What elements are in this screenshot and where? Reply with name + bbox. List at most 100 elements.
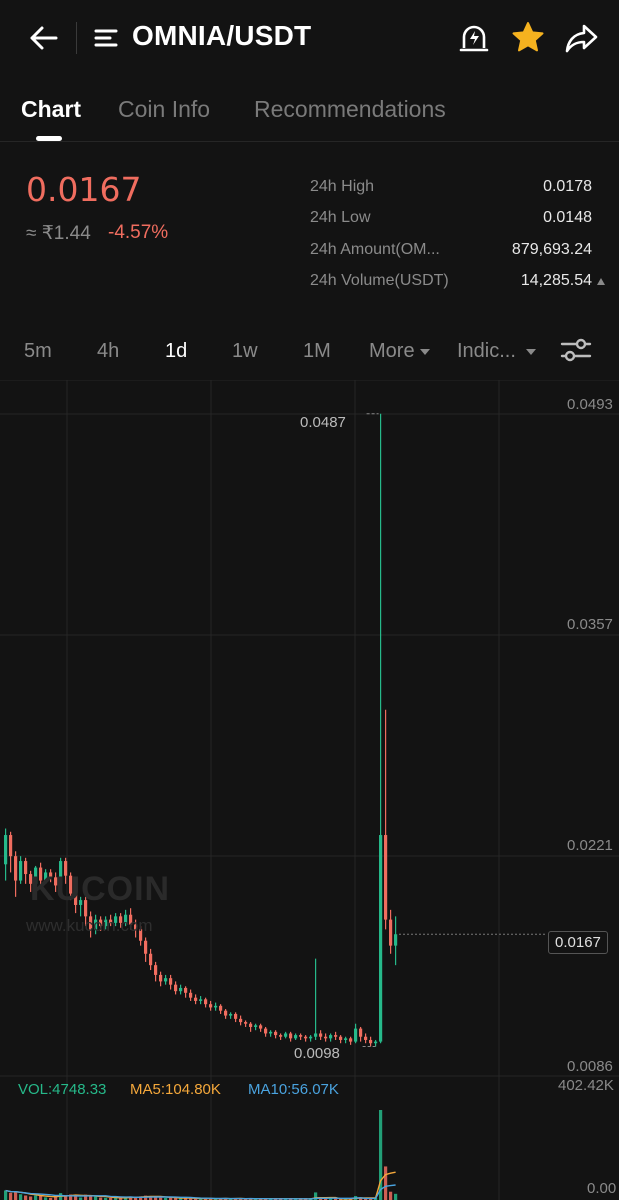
indicators-dropdown[interactable]: Indic... — [457, 340, 536, 363]
candle-body — [159, 974, 163, 982]
candle-body — [224, 1010, 228, 1016]
volume-bar — [389, 1191, 393, 1200]
timeframe-5m[interactable]: 5m — [24, 340, 52, 363]
stat-24h-volume-label: 24h Volume(USDT) — [310, 272, 449, 289]
volume-bar — [29, 1196, 33, 1200]
candle-body — [174, 984, 178, 992]
star-icon — [512, 22, 544, 52]
volume-bar — [384, 1166, 388, 1200]
candle-body — [209, 1004, 213, 1008]
y-axis-tick: 0.0086 — [567, 1058, 613, 1075]
caret-down-icon — [525, 348, 536, 355]
sort-indicator-icon[interactable] — [597, 278, 605, 285]
min-price-marker: 0.0098 — [294, 1045, 340, 1062]
volume-bar — [14, 1191, 18, 1200]
candle-body — [259, 1025, 263, 1029]
candle-body — [234, 1013, 238, 1019]
tab-bar: Chart Coin Info Recommendations — [0, 84, 619, 142]
candle-body — [19, 861, 23, 881]
stat-24h-amount-value: 879,693.24 — [511, 241, 592, 258]
y-axis-tick: 0.0221 — [567, 837, 613, 854]
volume-bar — [19, 1194, 23, 1200]
candle-body — [204, 999, 208, 1005]
candle-body — [274, 1031, 278, 1036]
candle-body — [289, 1033, 293, 1039]
candle-body — [394, 934, 398, 946]
volume-bar — [4, 1190, 8, 1200]
volume-bar — [394, 1193, 398, 1200]
stat-24h-high-value: 0.0178 — [543, 178, 592, 195]
stat-24h-volume-value: 14,285.54 — [520, 272, 592, 289]
tab-recommendations[interactable]: Recommendations — [254, 96, 446, 123]
pair-title[interactable]: OMNIA/USDT — [132, 20, 311, 52]
candle-body — [299, 1035, 303, 1037]
price-alert-icon — [459, 25, 489, 52]
price-chart[interactable] — [0, 380, 619, 1200]
ma10-label: MA10:56.07K — [248, 1081, 339, 1098]
tab-active-indicator — [36, 136, 62, 141]
candle-body — [314, 1033, 318, 1037]
candle-body — [359, 1028, 363, 1037]
menu-icon — [94, 29, 118, 47]
candle-body — [229, 1013, 233, 1016]
more-label: More — [369, 340, 415, 362]
ma5-line — [5, 1171, 396, 1200]
timeframe-1w[interactable]: 1w — [232, 340, 258, 363]
stat-24h-amount-label: 24h Amount(OM... — [310, 241, 440, 258]
candle-body — [184, 987, 188, 993]
candle-body — [389, 919, 393, 946]
candle-body — [339, 1036, 343, 1040]
candlestick-chart[interactable] — [0, 380, 619, 1200]
indicators-label: Indic... — [457, 340, 516, 362]
y-axis-tick: 0.0493 — [567, 396, 613, 413]
share-icon — [565, 24, 598, 53]
candle-body — [304, 1036, 308, 1039]
volume-bar — [24, 1195, 28, 1200]
volume-max-label: 402.42K — [558, 1077, 614, 1094]
header-divider — [76, 22, 77, 54]
back-button[interactable] — [24, 20, 64, 56]
back-arrow-icon — [30, 26, 58, 50]
candle-body — [379, 835, 383, 1042]
candle-body — [264, 1028, 268, 1034]
candle-body — [214, 1005, 218, 1008]
volume-bar — [9, 1192, 13, 1200]
share-button[interactable] — [562, 18, 602, 58]
watermark-logo: KUCOIN — [30, 870, 171, 908]
timeframe-1d[interactable]: 1d — [165, 340, 187, 363]
candle-body — [189, 992, 193, 998]
price-inr: ≈ ₹1.44 — [26, 223, 91, 244]
header: OMNIA/USDT — [0, 0, 619, 76]
stat-24h-high-label: 24h High — [310, 178, 375, 195]
candle-body — [14, 856, 18, 881]
favorite-button[interactable] — [508, 18, 548, 58]
volume-bar — [34, 1195, 38, 1200]
timeframe-4h[interactable]: 4h — [97, 340, 119, 363]
candle-body — [294, 1035, 298, 1039]
chart-settings-button[interactable] — [558, 334, 594, 366]
candle-body — [284, 1033, 288, 1037]
candle-body — [219, 1005, 223, 1011]
candle-body — [149, 953, 153, 966]
ma5-label: MA5:104.80K — [130, 1081, 221, 1098]
candle-body — [144, 940, 148, 954]
tab-chart[interactable]: Chart — [21, 96, 81, 123]
max-price-marker: 0.0487 — [300, 414, 346, 431]
candle-body — [329, 1035, 333, 1039]
pair-menu-button[interactable] — [92, 24, 122, 52]
price-alert-button[interactable] — [454, 18, 494, 58]
candle-body — [4, 835, 8, 865]
candle-body — [239, 1018, 243, 1023]
candle-body — [374, 1041, 378, 1044]
candle-body — [24, 861, 28, 875]
candle-body — [154, 965, 158, 975]
tab-coin-info[interactable]: Coin Info — [118, 96, 210, 123]
more-timeframes-dropdown[interactable]: More — [369, 340, 430, 363]
candle-body — [9, 835, 13, 857]
candle-body — [244, 1022, 248, 1024]
stat-24h-low-label: 24h Low — [310, 209, 371, 226]
candle-body — [354, 1028, 358, 1042]
candle-body — [369, 1039, 373, 1044]
timeframe-1M[interactable]: 1M — [303, 340, 331, 363]
sliders-icon — [560, 338, 592, 362]
